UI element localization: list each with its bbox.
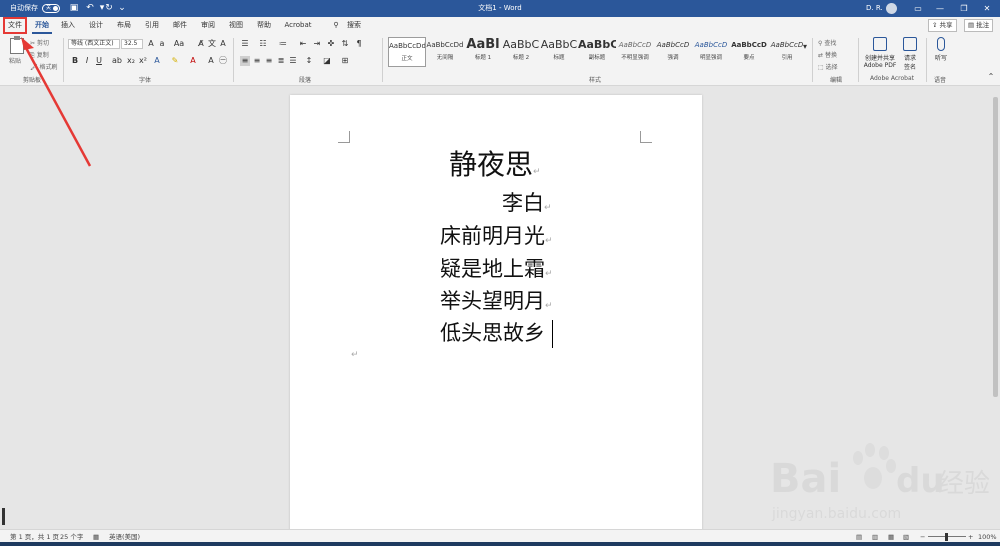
zoom-slider-thumb[interactable] [945,533,948,541]
left-edge-mark [2,508,5,525]
word-window: 自动保存 关 ▣ ↶ ▾ ↻ ⌄ 文档1 - Word D. R. ▭ — ❐ … [0,0,1000,546]
taskbar-strip [0,542,1000,546]
annotation-arrow [21,37,92,167]
